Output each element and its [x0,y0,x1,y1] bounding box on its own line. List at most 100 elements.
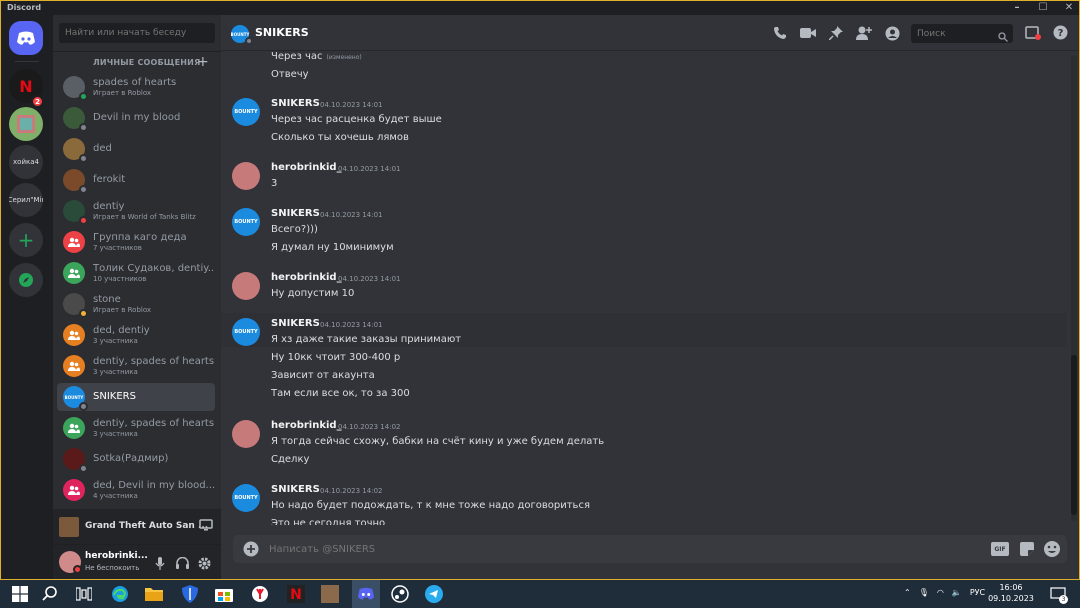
headphones-icon[interactable] [175,556,189,570]
close-icon[interactable]: ✕ [1063,1,1075,15]
search-icon [998,27,1008,46]
stream-icon[interactable] [199,519,213,534]
clock-date: 09.10.2023 [988,594,1034,603]
dm-item[interactable]: dentiy, spades of hearts 3 участника [57,414,215,442]
microphone-icon[interactable] [153,556,167,570]
sticker-icon[interactable] [1019,541,1035,561]
maximize-icon[interactable]: ☐ [1037,1,1049,15]
yandex-browser-icon[interactable] [250,584,270,604]
netflix-app-icon[interactable]: N [286,584,306,604]
message-author[interactable]: SNIKERS [271,208,320,219]
tray-volume-icon[interactable]: 🔈 [952,588,962,597]
task-view-icon[interactable] [74,584,94,604]
dm-item[interactable]: spades of hearts Играет в Roblox [57,73,215,101]
message-author[interactable]: SNIKERS [271,484,320,495]
svg-text:?: ? [1058,28,1064,39]
scrollbar-thumb[interactable] [1071,355,1077,515]
dm-name: Sotka(Радмир) [93,453,169,464]
dm-name: SNIKERS [93,391,136,402]
dm-item[interactable]: BOUNTY SNIKERS [57,383,215,411]
server-hoyka4[interactable]: хойка4 [9,145,43,179]
start-icon[interactable] [10,584,30,604]
status-indicator [79,185,88,194]
notifications-icon[interactable]: 3 [1048,584,1068,604]
tray-clock[interactable]: 16:06 09.10.2023 [988,582,1034,604]
settings-gear-icon[interactable] [197,556,211,570]
user-panel[interactable]: herobrinki... Не беспокоить [53,545,221,579]
message-avatar[interactable]: BOUNTY [232,98,260,126]
dm-item[interactable]: Группа каго деда 7 участников [57,228,215,256]
scrollbar[interactable] [1071,55,1077,521]
add-server-icon[interactable]: + [9,223,43,257]
clock-time: 16:06 [999,583,1023,592]
dm-item[interactable]: ferokit [57,166,215,194]
message-timestamp: 04.10.2023 14:02 [320,487,383,495]
dm-name: dentiy, spades of hearts [93,356,215,367]
dm-name: dentiy [93,201,125,212]
dm-item[interactable]: Sotka(Радмир) [57,445,215,473]
message-avatar[interactable] [232,420,260,448]
message-timestamp: 04.10.2023 14:01 [320,101,383,109]
svg-text:N: N [290,587,302,603]
emoji-icon[interactable] [1043,540,1061,562]
message-avatar[interactable]: BOUNTY [232,484,260,512]
dm-item[interactable]: ded, dentiy 3 участника [57,321,215,349]
message-timestamp: 04.10.2023 14:01 [320,211,383,219]
steam-icon[interactable] [390,584,410,604]
status-indicator [79,402,88,411]
dm-subtitle: 4 участника [93,492,138,500]
message-avatar[interactable]: BOUNTY [232,208,260,236]
add-friends-icon[interactable] [855,25,873,41]
tray-chevron-icon[interactable]: ⌃ [904,588,911,597]
server-serial[interactable]: Серил"Mir [9,183,43,217]
dm-avatar-icon[interactable] [9,107,43,141]
dm-item[interactable]: Толик Судаков, dentiy... 10 участников [57,259,215,287]
add-attachment-icon[interactable] [243,541,259,561]
dm-name: ded, dentiy [93,325,150,336]
telegram-icon[interactable] [424,584,444,604]
inbox-icon[interactable] [1025,25,1041,44]
minimize-icon[interactable]: – [1011,1,1023,15]
help-icon[interactable]: ? [1053,25,1068,44]
status-indicator [79,92,88,101]
title-bar: Discord – ☐ ✕ [1,1,1079,15]
message-avatar[interactable] [232,272,260,300]
pinned-messages-icon[interactable] [827,25,845,41]
tray-mic-icon[interactable]: 🎙 [919,588,929,597]
message-author[interactable]: herobrinkid_ [271,162,342,173]
video-call-icon[interactable] [799,25,817,41]
dm-item[interactable]: Devil in my blood [57,104,215,132]
dm-name: ded [93,143,112,154]
message-text-content: Отвечу [271,69,309,80]
discord-home-icon[interactable] [9,21,43,55]
security-shield-icon[interactable] [180,584,200,604]
message-avatar[interactable] [232,162,260,190]
user-profile-icon[interactable] [883,25,901,41]
dm-item[interactable]: dentiy Играет в World of Tanks Blitz [57,197,215,225]
dm-item[interactable]: dentiy, spades of hearts 3 участника [57,352,215,380]
tray-wifi-icon[interactable]: ◠ [937,588,944,597]
dm-item[interactable]: stone Играет в Roblox [57,290,215,318]
unread-badge: 2 [31,95,44,108]
dm-item[interactable]: ded [57,135,215,163]
explore-servers-icon[interactable] [9,263,43,297]
dm-search-input[interactable] [59,23,215,43]
store-icon[interactable] [214,584,234,604]
message-author[interactable]: herobrinkid_ [271,420,342,431]
dm-item[interactable]: ded, Devil in my blood... 4 участника [57,476,215,504]
edge-browser-icon[interactable] [110,584,130,604]
file-explorer-icon[interactable] [144,584,164,604]
message-input[interactable] [269,541,869,557]
discord-taskbar-icon[interactable] [352,580,380,608]
gif-button[interactable]: GIF [991,542,1009,556]
message-author[interactable]: SNIKERS [271,318,320,329]
voice-call-icon[interactable] [771,25,789,41]
message-author[interactable]: herobrinkid_ [271,272,342,283]
game-icon [59,517,79,537]
message-author[interactable]: SNIKERS [271,98,320,109]
new-dm-icon[interactable]: + [197,54,209,70]
tray-language[interactable]: РУС [970,588,985,597]
message-avatar[interactable]: BOUNTY [232,318,260,346]
search-icon[interactable] [40,584,60,604]
gta-game-icon[interactable] [320,584,340,604]
